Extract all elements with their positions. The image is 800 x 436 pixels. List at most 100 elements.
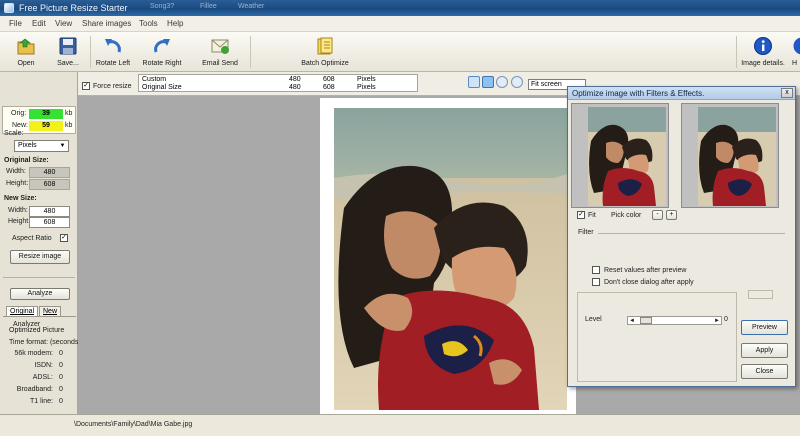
batch-optimize-label: Batch Optimize bbox=[301, 60, 349, 67]
preset-name: Custom bbox=[142, 76, 167, 83]
slider-thumb[interactable] bbox=[640, 317, 652, 324]
resize-image-button[interactable]: Resize image bbox=[10, 250, 70, 264]
rotate-right-label: Rotate Right bbox=[142, 60, 182, 67]
menu-file[interactable]: File bbox=[9, 19, 22, 29]
menu-share-images[interactable]: Share images bbox=[82, 19, 131, 29]
original-size-heading: Original Size: bbox=[4, 157, 49, 164]
analyze-button[interactable]: Analyze bbox=[10, 288, 70, 300]
level-label: Level bbox=[585, 316, 602, 323]
level-slider[interactable]: ◄ ► bbox=[627, 316, 722, 325]
adsl-value: 0 bbox=[59, 374, 63, 381]
reset-values-label: Reset values after preview bbox=[604, 267, 687, 274]
new-width-label: Width: bbox=[8, 207, 28, 214]
rotate-right-button[interactable]: Rotate Right bbox=[136, 34, 188, 70]
preview-original-image bbox=[588, 107, 666, 206]
preview-thumbnail-art bbox=[588, 107, 666, 206]
tab-new[interactable]: New bbox=[39, 306, 62, 316]
menu-bar: File Edit View Share images Tools Help bbox=[0, 16, 800, 32]
status-bar: \Documents\Family\Dad\Mia Gabe.jpg bbox=[0, 414, 800, 436]
toolbar-separator bbox=[90, 36, 91, 68]
background-tab-label: Weather bbox=[238, 3, 265, 10]
save-label: Save... bbox=[57, 60, 79, 67]
title-bar: Free Picture Resize Starter Song3? Fille… bbox=[0, 0, 800, 16]
rotate-left-icon bbox=[105, 39, 121, 53]
email-send-label: Email Send bbox=[202, 60, 238, 67]
preset-unit: Pixels bbox=[357, 84, 376, 91]
view-mode-icon[interactable] bbox=[468, 76, 480, 88]
dialog-title: Optimize image with Filters & Effects. bbox=[572, 89, 705, 98]
preset-width: 480 bbox=[289, 76, 301, 83]
scale-select[interactable]: Pixels ▼ bbox=[14, 140, 69, 152]
adsl-label: ADSL: bbox=[32, 374, 53, 381]
help-button[interactable]: H bbox=[788, 34, 800, 70]
broadband-label: Broadband: bbox=[16, 386, 53, 393]
preset-height: 608 bbox=[323, 84, 335, 91]
email-send-button[interactable]: Email Send bbox=[196, 34, 244, 70]
modem-value: 0 bbox=[59, 350, 63, 357]
left-panel: Orig: 39 kb New: 59 kb Scale: Pixels ▼ O… bbox=[0, 72, 81, 430]
file-path: \Documents\Family\Dad\Mia Gabe.jpg bbox=[74, 421, 193, 428]
zoom-plus-button[interactable]: + bbox=[666, 210, 677, 220]
original-width-label: Width: bbox=[6, 168, 26, 175]
slider-left-arrow-icon[interactable]: ◄ bbox=[629, 317, 635, 325]
level-value: 0 bbox=[724, 316, 728, 323]
menu-help[interactable]: Help bbox=[167, 19, 183, 29]
batch-optimize-button[interactable]: Batch Optimize bbox=[292, 34, 358, 70]
original-height-field: 608 bbox=[29, 179, 70, 190]
size-presets-list[interactable]: Custom 480 608 Pixels Original Size 480 … bbox=[138, 74, 418, 92]
fit-label: Fit bbox=[588, 212, 596, 219]
force-resize-checkbox[interactable]: ✓ bbox=[82, 82, 90, 90]
preview-button[interactable]: Preview bbox=[741, 320, 788, 335]
dialog-title-bar: Optimize image with Filters & Effects. x bbox=[568, 87, 795, 100]
preview-thumbnail-art bbox=[698, 107, 776, 206]
color-swatch[interactable] bbox=[748, 290, 773, 299]
save-button[interactable]: Save... bbox=[48, 34, 88, 70]
menu-view[interactable]: View bbox=[55, 19, 72, 29]
photo-art bbox=[334, 108, 567, 410]
slider-right-arrow-icon[interactable]: ► bbox=[714, 317, 720, 325]
menu-edit[interactable]: Edit bbox=[32, 19, 46, 29]
kb-unit: kb bbox=[65, 110, 73, 117]
window-title: Free Picture Resize Starter bbox=[19, 3, 128, 13]
filter-label: Filter bbox=[578, 229, 594, 236]
image-details-button[interactable]: Image details. bbox=[740, 34, 786, 70]
dont-close-checkbox[interactable] bbox=[592, 278, 600, 286]
reset-values-checkbox[interactable] bbox=[592, 266, 600, 274]
apply-button[interactable]: Apply bbox=[741, 343, 788, 358]
close-icon[interactable]: x bbox=[781, 88, 793, 98]
time-format-label: Time format: (seconds) bbox=[9, 339, 81, 346]
zoom-in-icon[interactable] bbox=[496, 76, 508, 88]
info-icon bbox=[754, 37, 772, 55]
batch-folder-icon bbox=[317, 37, 333, 55]
new-height-field[interactable]: 608 bbox=[29, 217, 70, 228]
analyzer-tabs: Original New bbox=[6, 306, 72, 316]
fit-view-icon[interactable] bbox=[482, 76, 494, 88]
zoom-minus-button[interactable]: - bbox=[652, 210, 663, 220]
tab-original[interactable]: Original bbox=[6, 306, 39, 316]
preview-original bbox=[571, 103, 669, 208]
kb-unit: kb bbox=[65, 122, 73, 129]
background-tab-label: Song3? bbox=[150, 3, 175, 10]
scale-value: Pixels bbox=[18, 142, 37, 149]
filter-divider bbox=[598, 233, 785, 234]
open-button[interactable]: Open bbox=[6, 34, 46, 70]
pick-color-label: Pick color bbox=[611, 212, 642, 219]
divider bbox=[3, 277, 75, 278]
rotate-left-button[interactable]: Rotate Left bbox=[92, 34, 134, 70]
dont-close-label: Don't close dialog after apply bbox=[604, 279, 694, 286]
aspect-ratio-checkbox[interactable]: ✓ bbox=[60, 234, 68, 242]
orig-size-label: Orig: bbox=[11, 110, 27, 117]
scale-label: Scale: bbox=[4, 130, 24, 137]
zoom-out-icon[interactable] bbox=[511, 76, 523, 88]
preset-height: 608 bbox=[323, 76, 335, 83]
menu-tools[interactable]: Tools bbox=[139, 19, 158, 29]
analyzer-panel: Analyzer Optimized Picture Time format: … bbox=[3, 316, 81, 428]
loaded-photo bbox=[334, 108, 567, 410]
isdn-value: 0 bbox=[59, 362, 63, 369]
toolbar: Open Save... Rotate Left Rotate Right Em… bbox=[0, 32, 800, 72]
fit-checkbox[interactable]: ✓ bbox=[577, 211, 585, 219]
original-height-label: Height: bbox=[6, 180, 29, 187]
new-size-heading: New Size: bbox=[4, 195, 37, 202]
close-button[interactable]: Close bbox=[741, 364, 788, 379]
new-width-field[interactable]: 480 bbox=[29, 206, 70, 217]
